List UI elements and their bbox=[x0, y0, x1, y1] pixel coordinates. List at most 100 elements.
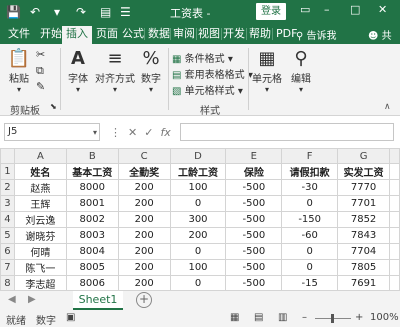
column-header-b[interactable]: B bbox=[65, 148, 119, 164]
empty-cell[interactable] bbox=[389, 227, 400, 244]
cells-button[interactable]: ▦ 单元格 ▾ bbox=[252, 48, 282, 94]
cell[interactable]: 0 bbox=[281, 243, 339, 260]
cell[interactable]: 7770 bbox=[337, 179, 391, 196]
ribbon-options-icon[interactable]: ▭ bbox=[300, 3, 310, 16]
tab-view[interactable]: 视图 bbox=[198, 27, 220, 41]
login-button[interactable]: 登录 bbox=[256, 3, 286, 20]
cell[interactable]: 100 bbox=[169, 179, 227, 196]
font-button[interactable]: A 字体 ▾ bbox=[64, 48, 92, 94]
tab-help[interactable]: 帮助 bbox=[249, 27, 271, 41]
cut-icon[interactable]: ✂ bbox=[36, 48, 45, 61]
cell[interactable]: 7704 bbox=[337, 243, 391, 260]
alignment-button[interactable]: ≡ 对齐方式 ▾ bbox=[94, 48, 136, 94]
cell-styles-button[interactable]: ▧ 单元格样式 ▾ bbox=[172, 82, 243, 97]
cell[interactable]: -500 bbox=[225, 195, 283, 212]
cancel-icon[interactable]: ✕ bbox=[128, 126, 137, 139]
page-break-view-icon[interactable]: ▥ bbox=[278, 312, 287, 323]
cell[interactable]: 8005 bbox=[65, 259, 119, 276]
editing-button[interactable]: ⚲ 编辑 ▾ bbox=[288, 48, 314, 94]
cell[interactable]: -500 bbox=[225, 179, 283, 196]
empty-cell[interactable] bbox=[389, 243, 400, 260]
cell[interactable]: 0 bbox=[169, 243, 227, 260]
cell[interactable]: 8003 bbox=[65, 227, 119, 244]
dialog-launcher-icon[interactable]: ⬊ bbox=[50, 102, 57, 111]
cell[interactable]: 赵燕 bbox=[13, 179, 67, 196]
header-cell[interactable]: 工龄工资 bbox=[169, 163, 227, 180]
column-header-f[interactable]: F bbox=[281, 148, 339, 164]
cell[interactable]: 0 bbox=[281, 195, 339, 212]
zoom-slider-handle[interactable] bbox=[331, 314, 334, 323]
conditional-format-button[interactable]: ▦ 条件格式 ▾ bbox=[172, 50, 233, 65]
cell[interactable]: 7843 bbox=[337, 227, 391, 244]
macro-record-icon[interactable]: ▣ bbox=[66, 312, 75, 323]
formula-input[interactable] bbox=[180, 123, 394, 141]
row-header[interactable]: 3 bbox=[0, 195, 15, 212]
cell[interactable]: 刘云逸 bbox=[13, 211, 67, 228]
header-cell[interactable]: 请假扣款 bbox=[281, 163, 339, 180]
save-icon[interactable]: 💾 bbox=[6, 4, 21, 20]
format-painter-icon[interactable]: ✎ bbox=[36, 80, 45, 93]
customize-icon[interactable]: ☰ bbox=[120, 4, 131, 20]
column-header-a[interactable]: A bbox=[13, 148, 67, 164]
tab-page-layout[interactable]: 页面 bbox=[96, 27, 118, 41]
minimize-button[interactable]: – bbox=[324, 3, 330, 16]
row-header[interactable]: 6 bbox=[0, 243, 15, 260]
cell[interactable]: -60 bbox=[281, 227, 339, 244]
cell[interactable]: 200 bbox=[117, 211, 171, 228]
tab-developer[interactable]: 开发 bbox=[223, 27, 245, 41]
copy-icon[interactable]: ⧉ bbox=[36, 64, 44, 78]
cell[interactable]: 谢晓芬 bbox=[13, 227, 67, 244]
collapse-ribbon-icon[interactable]: ∧ bbox=[384, 102, 391, 112]
confirm-icon[interactable]: ✓ bbox=[144, 126, 153, 139]
fx-icon[interactable]: fx bbox=[160, 126, 170, 139]
page-layout-view-icon[interactable]: ▤ bbox=[254, 312, 263, 323]
normal-view-icon[interactable]: ▦ bbox=[230, 312, 239, 323]
row-header[interactable]: 7 bbox=[0, 259, 15, 276]
paste-button[interactable]: 📋 粘贴 ▾ bbox=[4, 48, 34, 94]
column-header-d[interactable]: D bbox=[169, 148, 227, 164]
cell[interactable]: 100 bbox=[169, 259, 227, 276]
cell[interactable]: -500 bbox=[225, 227, 283, 244]
cell[interactable]: 200 bbox=[117, 243, 171, 260]
cell[interactable]: 7852 bbox=[337, 211, 391, 228]
tab-insert[interactable]: 插入 bbox=[62, 26, 92, 44]
number-button[interactable]: % 数字 ▾ bbox=[138, 48, 164, 94]
tell-me-search[interactable]: ⚲ 告诉我 bbox=[296, 27, 337, 42]
zoom-in-icon[interactable]: + bbox=[355, 312, 363, 323]
header-cell[interactable]: 保险 bbox=[225, 163, 283, 180]
cell[interactable]: -150 bbox=[281, 211, 339, 228]
maximize-button[interactable]: □ bbox=[350, 3, 360, 16]
cell[interactable]: 300 bbox=[169, 211, 227, 228]
row-header[interactable]: 5 bbox=[0, 227, 15, 244]
row-header[interactable]: 1 bbox=[0, 163, 15, 180]
add-sheet-icon[interactable]: + bbox=[136, 292, 152, 308]
header-cell[interactable]: 基本工资 bbox=[65, 163, 119, 180]
header-cell[interactable]: 实发工资 bbox=[337, 163, 391, 180]
tab-review[interactable]: 审阅 bbox=[173, 27, 195, 41]
cell[interactable]: 陈飞一 bbox=[13, 259, 67, 276]
column-header-e[interactable]: E bbox=[225, 148, 283, 164]
tab-pdf[interactable]: PDF bbox=[276, 27, 297, 41]
tab-data[interactable]: 数据 bbox=[148, 27, 170, 41]
file-icon[interactable]: ▤ bbox=[100, 4, 111, 20]
undo-icon[interactable]: ↶ bbox=[30, 4, 40, 20]
cell[interactable]: 0 bbox=[281, 259, 339, 276]
chevron-down-icon[interactable]: ▾ bbox=[93, 125, 97, 141]
zoom-out-icon[interactable]: – bbox=[302, 312, 307, 323]
cell[interactable]: 200 bbox=[117, 179, 171, 196]
header-cell[interactable]: 全勤奖 bbox=[117, 163, 171, 180]
cell[interactable]: 200 bbox=[117, 227, 171, 244]
cell[interactable]: -500 bbox=[225, 243, 283, 260]
cell[interactable]: 0 bbox=[169, 195, 227, 212]
cell[interactable]: 8000 bbox=[65, 179, 119, 196]
cell[interactable]: 王辉 bbox=[13, 195, 67, 212]
tab-formulas[interactable]: 公式 bbox=[122, 27, 144, 41]
empty-cell[interactable] bbox=[389, 179, 400, 196]
empty-cell[interactable] bbox=[389, 259, 400, 276]
column-header-g[interactable]: G bbox=[337, 148, 391, 164]
cell[interactable]: -500 bbox=[225, 259, 283, 276]
cell[interactable]: 8004 bbox=[65, 243, 119, 260]
cell[interactable]: 何晴 bbox=[13, 243, 67, 260]
row-header[interactable]: 2 bbox=[0, 179, 15, 196]
close-button[interactable]: ✕ bbox=[378, 3, 387, 16]
